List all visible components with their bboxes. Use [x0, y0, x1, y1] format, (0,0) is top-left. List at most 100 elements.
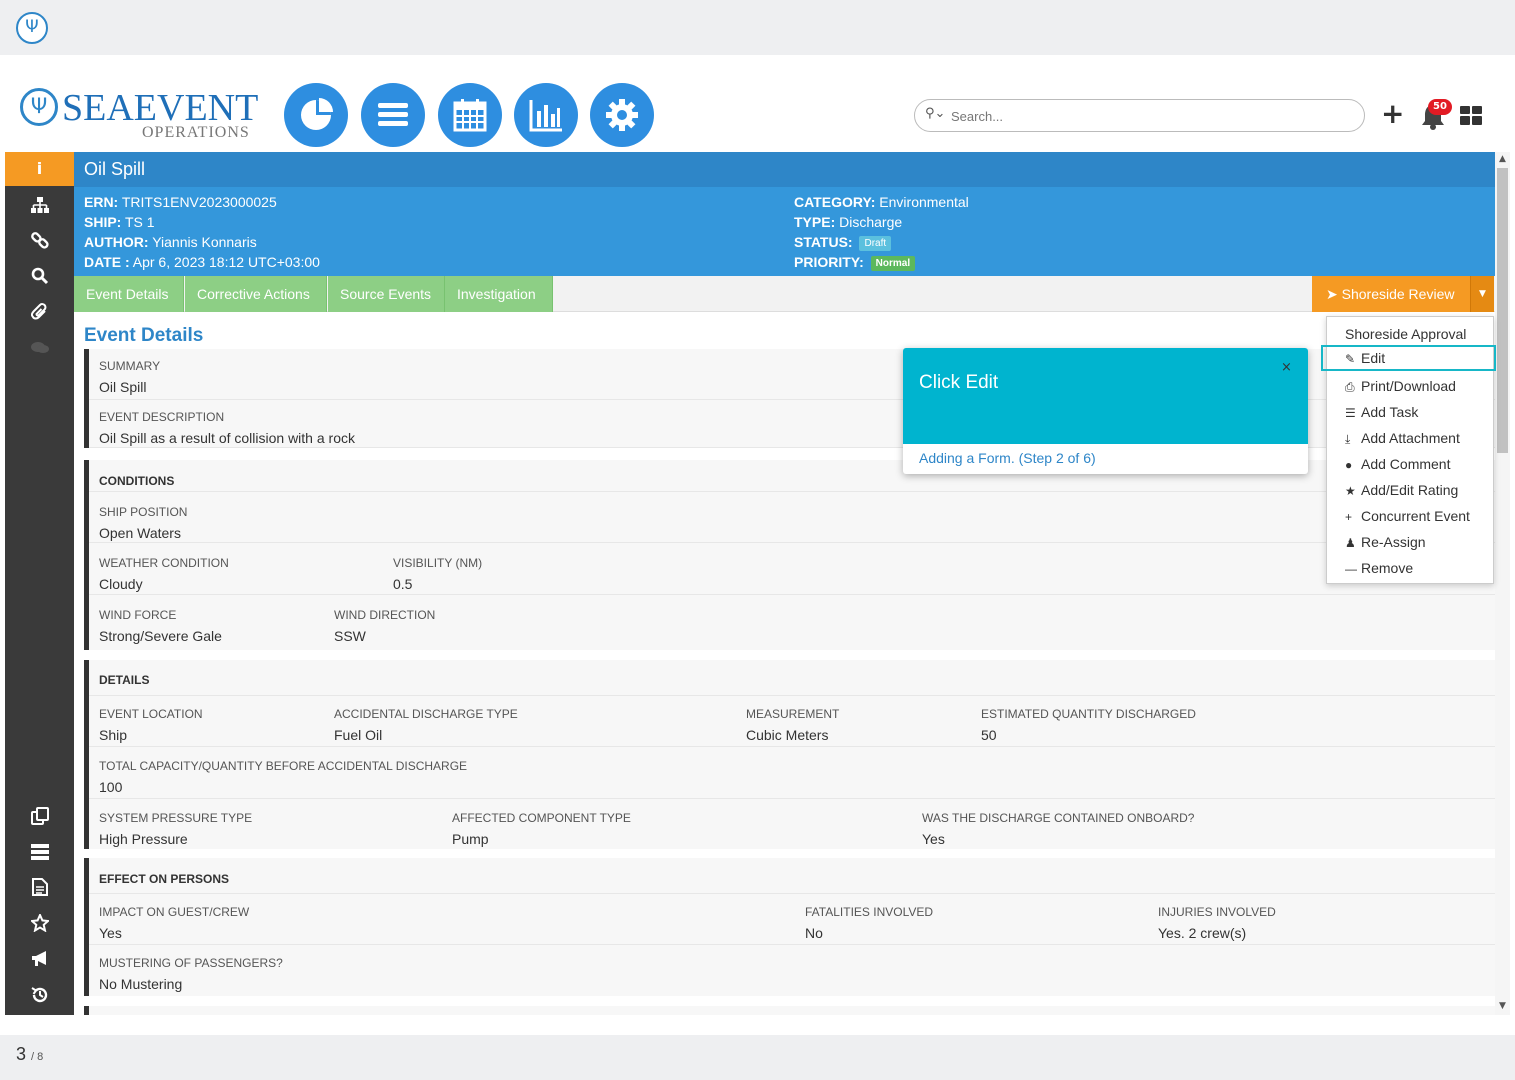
ship-position-field: SHIP POSITION Open Waters [99, 505, 187, 542]
scroll-down-icon[interactable]: ▼ [1498, 1001, 1507, 1011]
tab-source-events[interactable]: Source Events [328, 276, 445, 312]
summary-label: SUMMARY [99, 359, 161, 373]
ship-label: SHIP: [84, 214, 122, 230]
component-field: AFFECTED COMPONENT TYPE Pump [452, 811, 631, 848]
scrollbar[interactable]: ▲ ▼ [1495, 152, 1510, 1015]
mustering-value: No Mustering [99, 976, 183, 992]
search-input[interactable] [951, 105, 1351, 127]
apps-grid-icon[interactable] [1460, 106, 1482, 125]
priority-label: PRIORITY: [794, 254, 864, 270]
visibility-value: 0.5 [393, 576, 413, 592]
shoreside-approval-label: Shoreside Approval [1345, 326, 1467, 342]
hierarchy-icon[interactable] [5, 188, 74, 222]
menu-item-re-assign[interactable]: ♟ Re-Assign [1327, 529, 1493, 555]
scroll-up-icon[interactable]: ▲ [1498, 154, 1507, 164]
star-icon[interactable] [5, 906, 74, 940]
hamburger-icon [378, 103, 408, 126]
shoreside-review-button[interactable]: ➤ Shoreside Review [1312, 276, 1470, 312]
add-comment-label: Add Comment [1361, 456, 1451, 472]
tab-investigation[interactable]: Investigation [445, 276, 553, 312]
event-title: Oil Spill [74, 152, 1495, 187]
pie-chart-icon [301, 98, 333, 130]
menu-item-edit[interactable]: ✎ Edit [1321, 345, 1496, 371]
reports-button[interactable] [514, 83, 578, 147]
page-number: 3 [16, 1044, 27, 1064]
scroll-thumb[interactable] [1497, 168, 1508, 453]
menu-item-print-download[interactable]: ⎙ Print/Download [1327, 373, 1493, 399]
search-bar[interactable]: ⚲⌄ [914, 99, 1365, 132]
fatalities-label: FATALITIES INVOLVED [805, 905, 934, 919]
review-dropdown-toggle[interactable]: ▼ [1470, 276, 1494, 312]
mustering-row: MUSTERING OF PASSENGERS? No Mustering [89, 945, 1495, 996]
wind-direction-value: SSW [334, 628, 366, 644]
megaphone-icon[interactable] [5, 942, 74, 976]
calendar-button[interactable] [438, 83, 502, 147]
close-icon[interactable]: × [1281, 360, 1292, 375]
paperclip-icon[interactable] [5, 295, 74, 329]
info-icon[interactable]: i [5, 152, 74, 186]
menu-item-concurrent-event[interactable]: + Concurrent Event [1327, 503, 1493, 529]
star-icon: ★ [1345, 484, 1356, 498]
menu-item-shoreside-approval[interactable]: Shoreside Approval [1327, 321, 1493, 347]
tour-popover: Click Edit × Adding a Form. (Step 2 of 6… [903, 348, 1308, 474]
comment-icon: ● [1345, 458, 1353, 472]
edit-icon: ✎ [1345, 352, 1356, 366]
document-icon[interactable] [5, 870, 74, 904]
plus-icon: + [1345, 510, 1353, 524]
add-icon[interactable]: + [1381, 100, 1404, 128]
weather-label: WEATHER CONDITION [99, 556, 229, 570]
fatalities-field: FATALITIES INVOLVED No [805, 905, 933, 942]
tabs-row: Event Details Corrective Actions Source … [74, 276, 1495, 312]
ship-row: SHIP: TS 1 [84, 212, 155, 232]
dashboard-button[interactable] [284, 83, 348, 147]
priority-badge: Normal [870, 255, 916, 271]
injuries-field: INJURIES INVOLVED Yes. 2 crew(s) [1158, 905, 1276, 942]
location-row: EVENT LOCATION Ship ACCIDENTAL DISCHARGE… [89, 696, 1495, 747]
ern-row: ERN: TRITS1ENV2023000025 [84, 192, 277, 212]
tab-corrective-actions[interactable]: Corrective Actions [185, 276, 327, 312]
tab-event-details[interactable]: Event Details [74, 276, 184, 312]
pressure-field: SYSTEM PRESSURE TYPE High Pressure [99, 811, 252, 848]
search-sidebar-icon[interactable] [5, 259, 74, 293]
paper-plane-icon: ➤ [1326, 286, 1338, 302]
add-task-label: Add Task [1361, 404, 1419, 420]
review-dropdown-menu: Shoreside Approval ✎ Edit ⎙ Print/Download… [1321, 316, 1496, 584]
menu-button[interactable] [361, 83, 425, 147]
list-icon[interactable] [5, 835, 74, 869]
contained-field: WAS THE DISCHARGE CONTAINED ONBOARD? Yes [922, 811, 1194, 848]
impact-value: Yes [99, 925, 122, 941]
discharge-type-label: ACCIDENTAL DISCHARGE TYPE [334, 707, 518, 721]
type-row: TYPE: Discharge [794, 212, 902, 232]
settings-button[interactable] [590, 83, 654, 147]
copy-icon[interactable] [5, 799, 74, 833]
capacity-field: TOTAL CAPACITY/QUANTITY BEFORE ACCIDENTA… [99, 759, 467, 796]
menu-item-add-attachment[interactable]: ⤓ Add Attachment [1327, 425, 1493, 451]
bar-chart-icon [529, 100, 562, 132]
menu-item-add-comment[interactable]: ● Add Comment [1327, 451, 1493, 477]
tour-step-link[interactable]: Adding a Form. (Step 2 of 6) [919, 450, 1096, 466]
pressure-row: SYSTEM PRESSURE TYPE High Pressure AFFEC… [89, 799, 1495, 849]
description-value: Oil Spill as a result of collision with … [99, 430, 355, 446]
component-label: AFFECTED COMPONENT TYPE [452, 811, 631, 825]
history-icon[interactable] [5, 978, 74, 1012]
menu-item-add-task[interactable]: ☰ Add Task [1327, 399, 1493, 425]
search-icon[interactable]: ⚲⌄ [925, 106, 945, 121]
conditions-group: CONDITIONS SHIP POSITION Open Waters WEA… [84, 460, 1495, 650]
author-row: AUTHOR: Yiannis Konnaris [84, 232, 257, 252]
location-value: Ship [99, 727, 128, 743]
trident-logo-icon[interactable]: Ψ [16, 12, 48, 44]
measurement-label: MEASUREMENT [746, 707, 840, 721]
location-field: EVENT LOCATION Ship [99, 707, 203, 744]
estimated-value: 50 [981, 727, 997, 743]
user-icon: ♟ [1345, 536, 1356, 550]
link-icon[interactable] [5, 223, 74, 257]
ship-position-label: SHIP POSITION [99, 505, 188, 519]
brand-logo[interactable]: Ψ SEAEVENT OPERATIONS [20, 86, 260, 142]
app-window: Ψ SEAEVENT OPERATIONS ⚲⌄ Search... + 50 … [0, 55, 1515, 1035]
discharge-type-field: ACCIDENTAL DISCHARGE TYPE Fuel Oil [334, 707, 518, 744]
category-value: Environmental [879, 194, 969, 210]
discharge-type-value: Fuel Oil [334, 727, 383, 743]
re-assign-label: Re-Assign [1361, 534, 1426, 550]
menu-item-remove[interactable]: — Remove [1327, 555, 1493, 581]
menu-item-add-edit-rating[interactable]: ★ Add/Edit Rating [1327, 477, 1493, 503]
